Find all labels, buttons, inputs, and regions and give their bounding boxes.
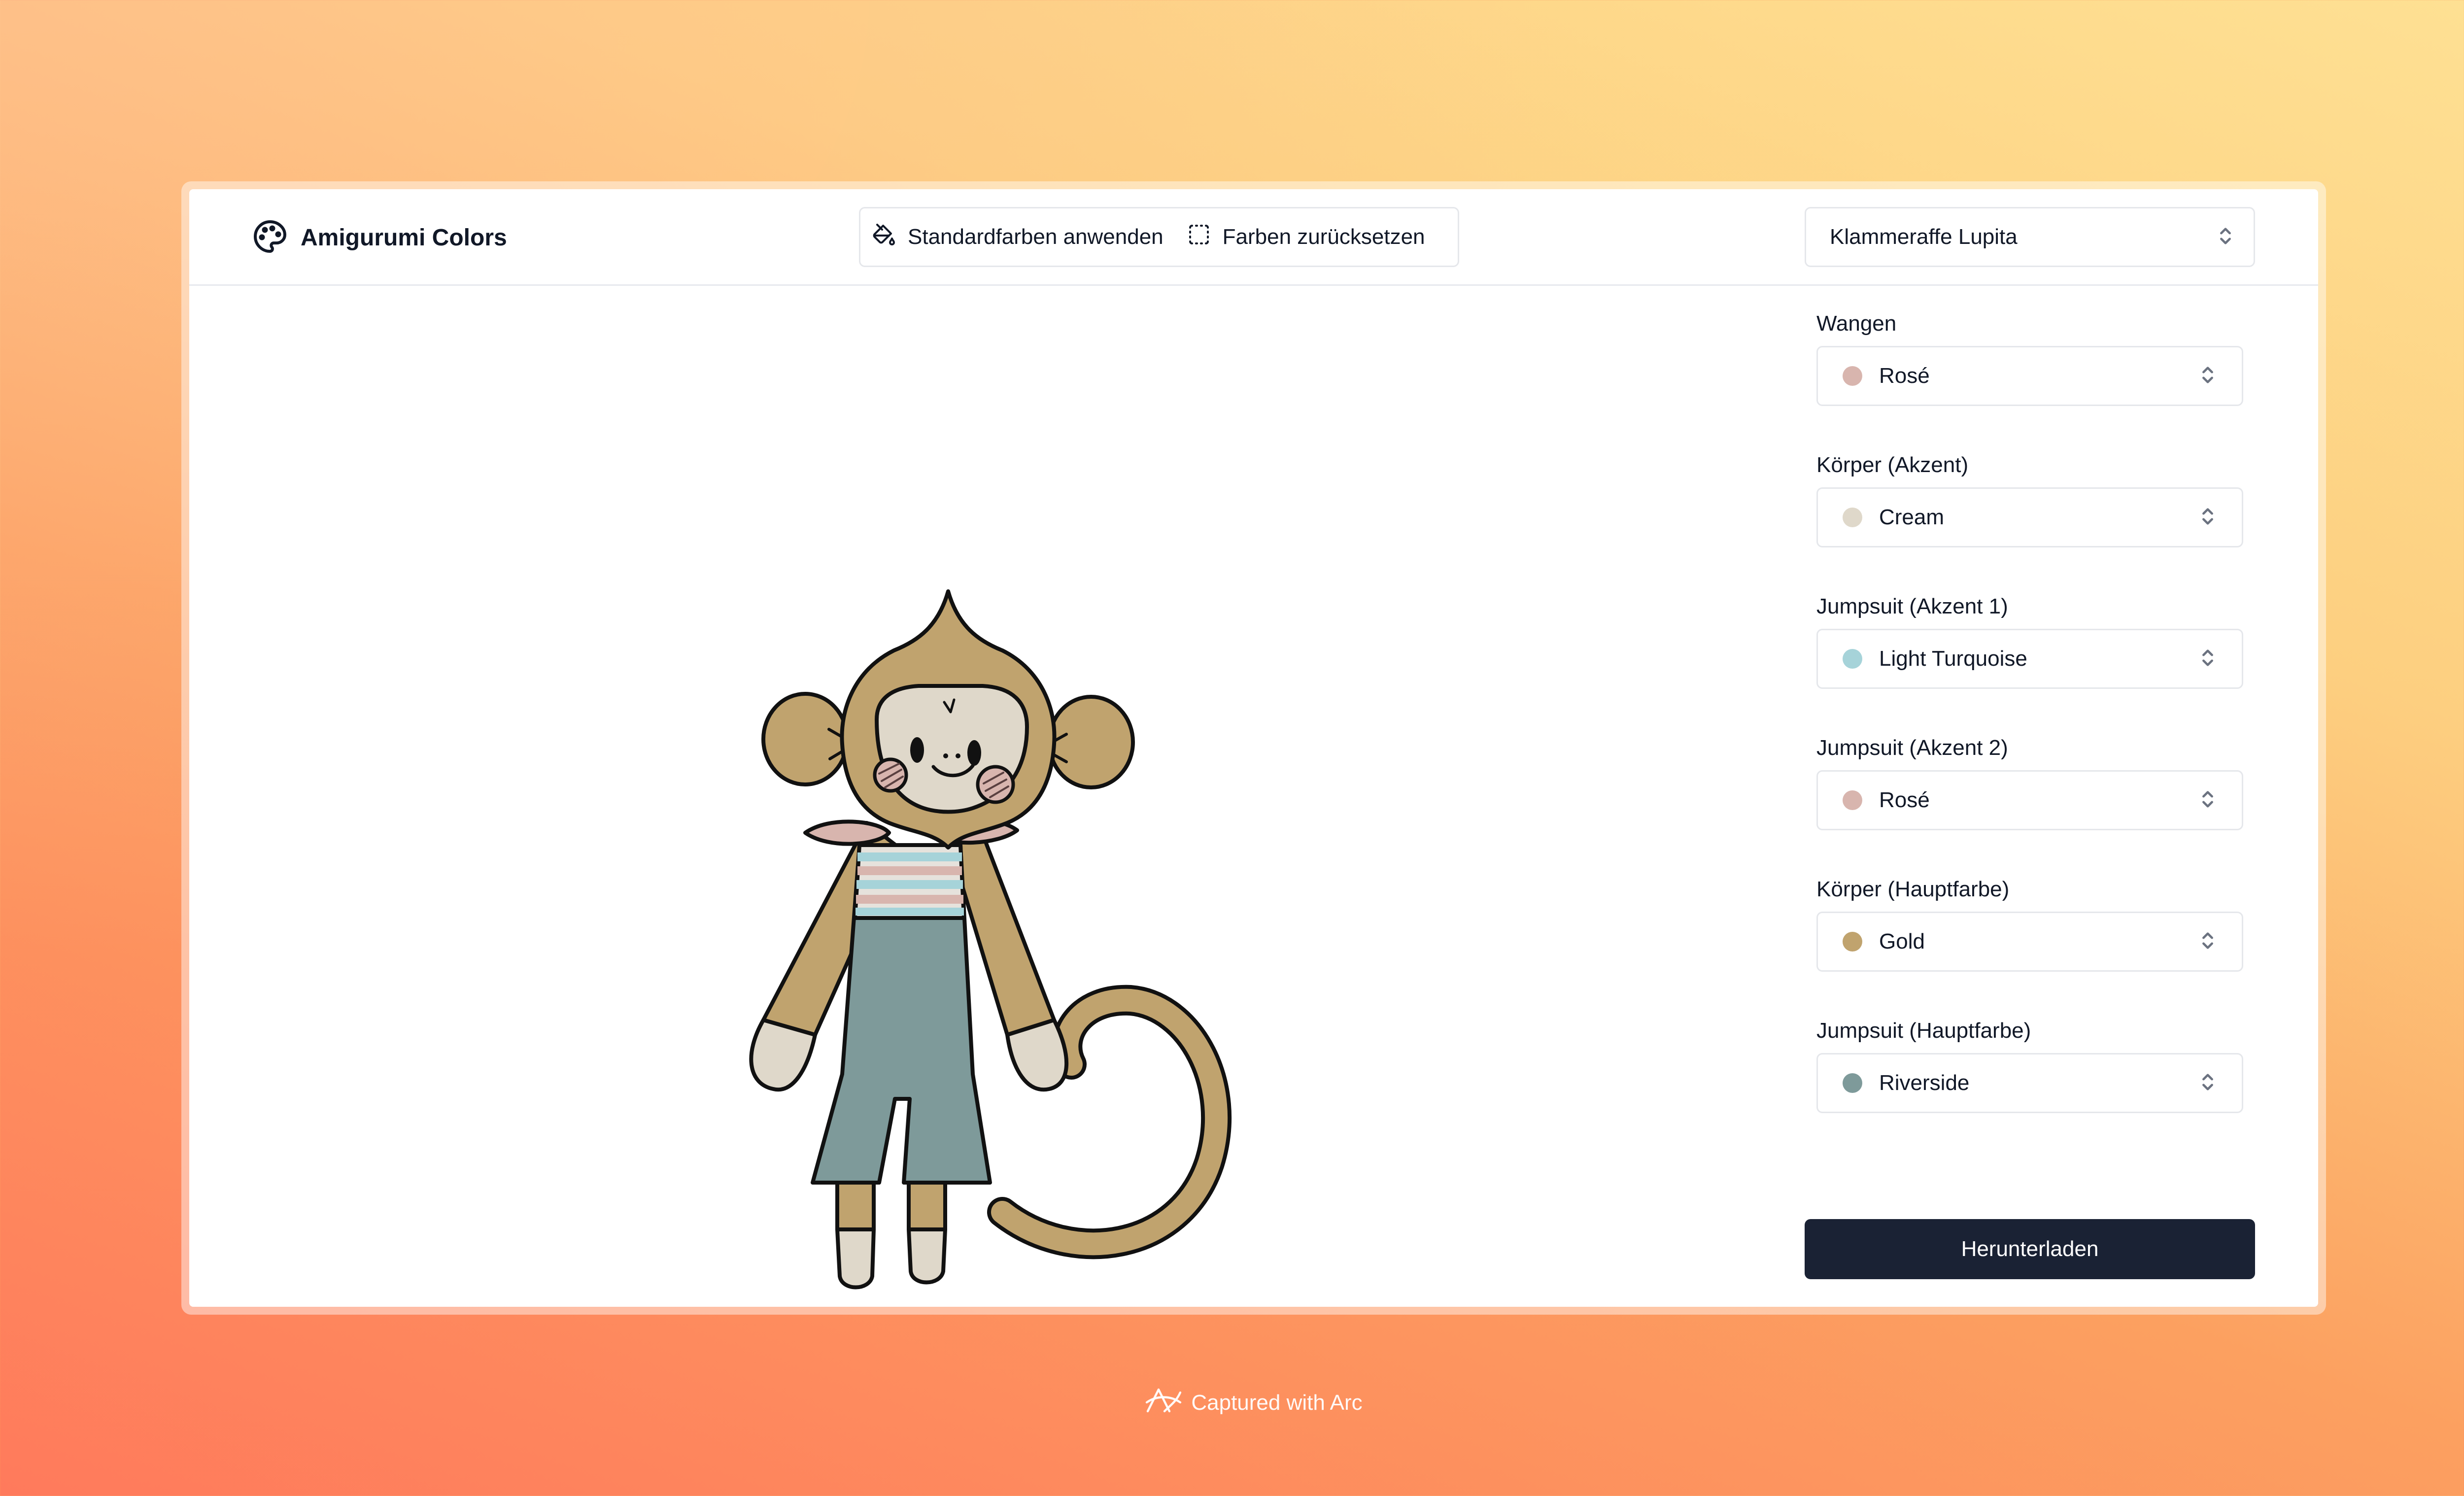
color-swatch bbox=[1843, 649, 1862, 669]
footer: Captured with Arc bbox=[0, 1386, 2464, 1420]
color-select-value: Riverside bbox=[1879, 1071, 1970, 1095]
palette-icon bbox=[252, 219, 288, 257]
preview-canvas bbox=[189, 286, 1796, 1307]
color-swatch bbox=[1843, 932, 1862, 952]
field-label: Jumpsuit (Akzent 1) bbox=[1816, 594, 2008, 618]
field-label: Körper (Akzent) bbox=[1816, 453, 1969, 477]
color-swatch bbox=[1843, 790, 1862, 810]
chevrons-up-down-icon bbox=[2200, 788, 2215, 813]
footer-text: Captured with Arc bbox=[1191, 1391, 1363, 1415]
left-leg bbox=[835, 1181, 876, 1231]
color-swatch bbox=[1843, 366, 1862, 386]
color-swatch bbox=[1843, 508, 1862, 527]
color-swatch bbox=[1843, 1073, 1862, 1093]
model-select[interactable]: Klammeraffe Lupita bbox=[1805, 207, 2255, 267]
color-select-koerper-hauptfarbe[interactable]: Gold bbox=[1816, 912, 2243, 972]
left-hand bbox=[749, 1018, 817, 1092]
right-ear bbox=[1047, 695, 1135, 789]
model-select-value: Klammeraffe Lupita bbox=[1830, 225, 2018, 249]
apply-default-colors-button[interactable]: Standardfarben anwenden bbox=[860, 208, 1175, 266]
collar bbox=[803, 819, 891, 846]
color-select-value: Rosé bbox=[1879, 364, 1930, 388]
chevrons-up-down-icon bbox=[2200, 646, 2215, 672]
apply-default-colors-label: Standardfarben anwenden bbox=[908, 225, 1164, 249]
right-leg bbox=[907, 1181, 947, 1231]
chevrons-up-down-icon bbox=[2200, 929, 2215, 954]
download-button[interactable]: Herunterladen bbox=[1805, 1219, 2255, 1279]
header: Amigurumi Colors Standardfarben anwenden bbox=[189, 189, 2318, 286]
color-select-koerper-akzent[interactable]: Cream bbox=[1816, 487, 2243, 547]
chevrons-up-down-icon bbox=[2200, 364, 2215, 389]
left-ear bbox=[761, 692, 849, 786]
field-label: Körper (Hauptfarbe) bbox=[1816, 877, 2010, 901]
color-select-value: Gold bbox=[1879, 929, 1925, 953]
color-select-jumpsuit-akzent-2[interactable]: Rosé bbox=[1816, 770, 2243, 830]
color-select-jumpsuit-hauptfarbe[interactable]: Riverside bbox=[1816, 1053, 2243, 1113]
reset-colors-button[interactable]: Farben zurücksetzen bbox=[1175, 208, 1437, 266]
field-label: Jumpsuit (Hauptfarbe) bbox=[1816, 1019, 2031, 1043]
color-select-wangen[interactable]: Rosé bbox=[1816, 346, 2243, 406]
color-select-jumpsuit-akzent-1[interactable]: Light Turquoise bbox=[1816, 629, 2243, 689]
toolbar: Standardfarben anwenden Farben zurückset… bbox=[859, 207, 1459, 267]
arc-logo-icon bbox=[1145, 1386, 1182, 1421]
right-hand bbox=[1005, 1018, 1068, 1092]
field-label: Jumpsuit (Akzent 2) bbox=[1816, 736, 2008, 760]
color-select-value: Rosé bbox=[1879, 788, 1930, 812]
monkey-illustration bbox=[749, 589, 1232, 1290]
app-title: Amigurumi Colors bbox=[301, 224, 507, 251]
color-select-value: Cream bbox=[1879, 505, 1945, 529]
left-foot bbox=[835, 1227, 876, 1290]
reset-colors-label: Farben zurücksetzen bbox=[1222, 225, 1425, 249]
field-label: Wangen bbox=[1816, 311, 1897, 336]
chevrons-up-down-icon bbox=[2200, 505, 2215, 530]
chevrons-up-down-icon bbox=[2218, 225, 2233, 250]
right-foot bbox=[907, 1227, 947, 1285]
color-select-value: Light Turquoise bbox=[1879, 646, 2027, 671]
brand: Amigurumi Colors bbox=[252, 220, 507, 255]
app-window: Amigurumi Colors Standardfarben anwenden bbox=[189, 189, 2318, 1307]
dashed-square-icon bbox=[1187, 223, 1211, 252]
chevrons-up-down-icon bbox=[2200, 1071, 2215, 1096]
paint-bucket-icon bbox=[872, 223, 896, 252]
